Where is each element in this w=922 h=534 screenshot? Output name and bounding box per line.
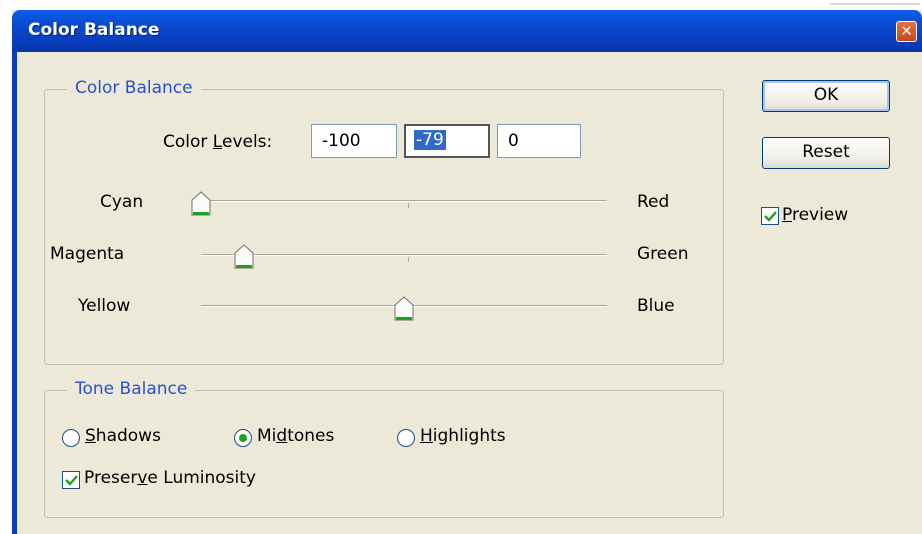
- level-field-cyan-red[interactable]: -100: [311, 124, 397, 158]
- color-levels-label: Color Levels:: [163, 132, 273, 152]
- close-button[interactable]: ✕: [896, 21, 917, 42]
- level-field-magenta-green[interactable]: -79: [404, 124, 490, 158]
- preserve-luminosity-checkbox[interactable]: [62, 471, 80, 489]
- tone-balance-legend: Tone Balance: [67, 379, 196, 399]
- radio-label-highlights[interactable]: Highlights: [420, 426, 506, 446]
- slider-label-magenta: Magenta: [50, 244, 125, 264]
- radio-label-shadows[interactable]: Shadows: [85, 426, 161, 446]
- radio-midtones[interactable]: [234, 429, 252, 447]
- slider-tick: [408, 257, 409, 262]
- reset-button-label: Reset: [802, 142, 850, 162]
- preserve-luminosity-label[interactable]: Preserve Luminosity: [84, 468, 256, 488]
- slider-label-yellow: Yellow: [78, 296, 131, 316]
- slider-thumb-icon[interactable]: [233, 243, 255, 270]
- slider-label-blue: Blue: [637, 296, 675, 316]
- level-value-magenta-green: -79: [414, 130, 446, 150]
- window-frame-left: [12, 52, 17, 534]
- slider-track-magenta-green[interactable]: [201, 254, 607, 256]
- slider-thumb-icon[interactable]: [393, 295, 415, 322]
- level-value-cyan-red: -100: [322, 131, 361, 151]
- close-icon: ✕: [900, 22, 913, 40]
- slider-label-green: Green: [637, 244, 689, 264]
- background-strip: [0, 0, 922, 10]
- radio-shadows[interactable]: [62, 429, 80, 447]
- slider-tick: [408, 203, 409, 208]
- checkmark-icon: [764, 211, 777, 222]
- background-line: [830, 3, 920, 5]
- level-field-yellow-blue[interactable]: 0: [497, 124, 581, 158]
- preview-label[interactable]: Preview: [782, 205, 848, 225]
- slider-label-cyan: Cyan: [100, 192, 144, 212]
- slider-track-cyan-red[interactable]: [201, 200, 607, 202]
- ok-button-label: OK: [813, 85, 839, 105]
- level-value-yellow-blue: 0: [508, 131, 519, 151]
- slider-thumb-icon[interactable]: [190, 190, 212, 217]
- radio-label-midtones[interactable]: Midtones: [257, 426, 334, 446]
- slider-label-red: Red: [637, 192, 670, 212]
- preview-checkbox[interactable]: [761, 207, 779, 225]
- radio-selected-dot: [239, 434, 247, 442]
- radio-highlights[interactable]: [397, 429, 415, 447]
- ok-button[interactable]: OK: [762, 80, 890, 112]
- tone-balance-group: Tone Balance: [44, 379, 724, 518]
- color-balance-legend: Color Balance: [67, 78, 201, 98]
- color-balance-dialog: Color Balance ✕ Color Balance Color Leve…: [12, 10, 922, 534]
- reset-button[interactable]: Reset: [762, 137, 890, 169]
- title-bar[interactable]: Color Balance ✕: [12, 10, 922, 52]
- dialog-title: Color Balance: [28, 20, 160, 40]
- checkmark-icon: [65, 475, 78, 486]
